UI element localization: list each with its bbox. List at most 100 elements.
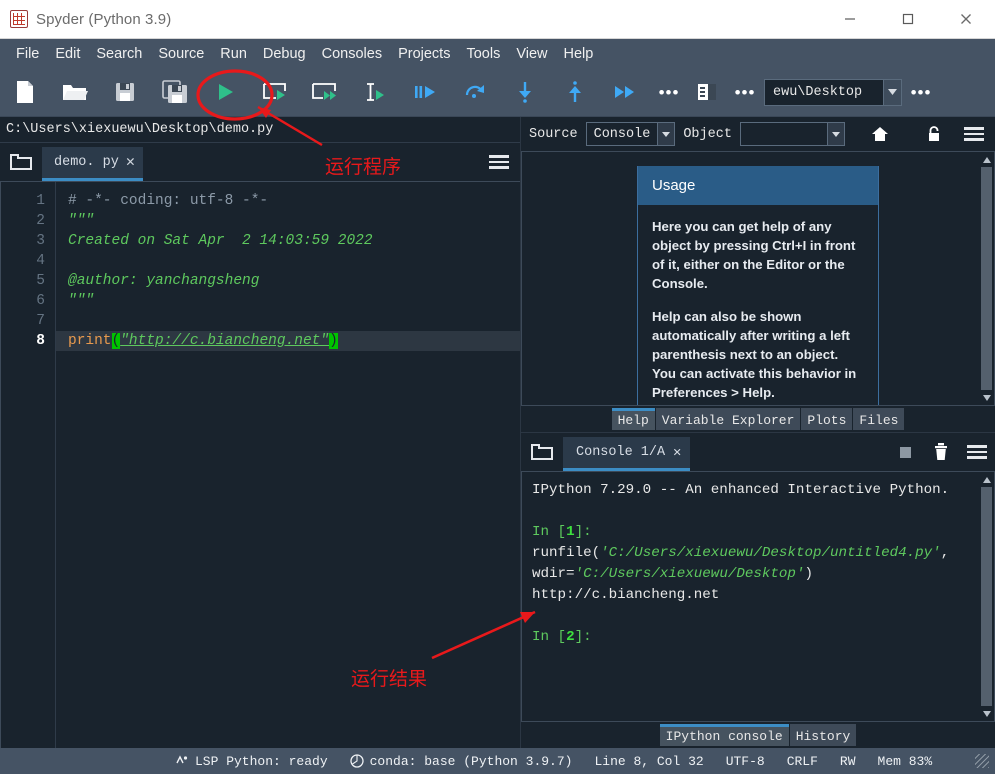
usage-paragraph-2: Help can also be shown automatically aft… <box>652 308 857 401</box>
chevron-down-icon[interactable] <box>884 78 902 106</box>
console-arg-1: 'C:/Users/xiexuewu/Desktop/untitled4.py' <box>600 545 941 561</box>
code-line-6: """ <box>68 293 95 309</box>
save-all-icon[interactable] <box>150 68 200 117</box>
menu-run[interactable]: Run <box>212 43 255 65</box>
resize-grip-icon[interactable] <box>975 754 989 768</box>
overflow-dots-3-icon[interactable]: ••• <box>902 68 940 117</box>
menu-edit[interactable]: Edit <box>47 43 88 65</box>
menu-debug[interactable]: Debug <box>255 43 314 65</box>
editor-file-path: C:\Users\xiexuewu\Desktop\demo.py <box>0 117 520 143</box>
prompt-2-pre: In [ <box>532 629 567 645</box>
line-number-current: 8 <box>36 333 45 349</box>
close-tab-icon[interactable]: ✕ <box>673 444 681 461</box>
usage-paragraph-1: Here you can get help of any object by p… <box>652 219 856 292</box>
maximize-icon[interactable] <box>879 0 937 38</box>
overflow-dots-2-icon[interactable]: ••• <box>726 68 764 117</box>
menu-bar: File Edit Search Source Run Debug Consol… <box>0 39 995 68</box>
help-options-hamburger-icon[interactable] <box>961 127 987 141</box>
menu-consoles[interactable]: Consoles <box>314 43 390 65</box>
close-tab-icon[interactable]: ✕ <box>126 155 135 170</box>
menu-tools[interactable]: Tools <box>458 43 508 65</box>
editor-options-hamburger-icon[interactable] <box>478 143 520 181</box>
code-editor[interactable]: 1 2 3 4 5 6 7 8 # -*- coding: utf-8 -*- … <box>0 181 520 748</box>
run-cell-icon[interactable] <box>250 68 300 117</box>
conda-env-icon <box>349 754 364 768</box>
window-controls <box>821 0 995 38</box>
status-conda: conda: base (Python 3.9.7) <box>349 754 572 769</box>
console-pane: Console 1/A ✕ IPython 7.29.0 -- An enhan… <box>521 432 995 748</box>
help-content: Usage Here you can get help of any objec… <box>521 151 995 406</box>
tab-variable-explorer[interactable]: Variable Explorer <box>655 408 801 430</box>
line-number: 1 <box>36 193 45 209</box>
tab-files[interactable]: Files <box>853 408 905 430</box>
run-selection-icon[interactable] <box>350 68 400 117</box>
status-encoding: UTF-8 <box>725 753 765 769</box>
console-tab-1a[interactable]: Console 1/A ✕ <box>563 437 691 471</box>
help-source-combo[interactable]: Console <box>585 122 676 146</box>
continue-icon[interactable] <box>600 68 650 117</box>
code-line-3: Created on Sat Apr 2 14:03:59 2022 <box>68 233 373 249</box>
status-eol: CRLF <box>786 753 818 769</box>
menu-help[interactable]: Help <box>556 43 602 65</box>
working-directory-combo[interactable]: ewu\Desktop <box>764 78 902 106</box>
help-object-combo[interactable] <box>739 122 845 146</box>
run-file-icon[interactable] <box>200 68 250 117</box>
code-line-5: @author: yanchangsheng <box>68 273 260 289</box>
lock-icon[interactable] <box>921 125 947 143</box>
usage-card-body: Here you can get help of any object by p… <box>638 205 878 405</box>
save-file-icon[interactable] <box>100 68 150 117</box>
trash-icon[interactable] <box>923 433 959 471</box>
scroll-up-arrow-icon[interactable] <box>982 153 991 166</box>
tab-help[interactable]: Help <box>611 408 655 430</box>
spyder-logo-icon <box>10 10 28 28</box>
menu-view[interactable]: View <box>508 43 555 65</box>
code-text-area[interactable]: # -*- coding: utf-8 -*- """ Created on S… <box>56 182 520 748</box>
scroll-down-arrow-icon[interactable] <box>982 391 991 404</box>
editor-tab-label: demo. py <box>54 155 119 170</box>
working-directory-value[interactable]: ewu\Desktop <box>764 78 884 106</box>
help-scroll-thumb[interactable] <box>981 167 992 390</box>
close-icon[interactable] <box>937 0 995 38</box>
tab-plots[interactable]: Plots <box>801 408 853 430</box>
scroll-down-arrow-icon[interactable] <box>982 707 991 720</box>
open-file-icon[interactable] <box>50 68 100 117</box>
editor-tab-demo-py[interactable]: demo. py ✕ <box>42 147 143 181</box>
console-options-hamburger-icon[interactable] <box>959 433 995 471</box>
panes-layout-icon[interactable] <box>688 68 726 117</box>
chevron-down-icon[interactable] <box>657 123 675 145</box>
status-lsp-label: LSP Python: ready <box>195 753 328 769</box>
step-over-icon[interactable] <box>450 68 500 117</box>
console-scrollbar[interactable] <box>980 473 993 720</box>
console-scroll-thumb[interactable] <box>981 487 992 706</box>
debug-file-icon[interactable] <box>400 68 450 117</box>
step-into-icon[interactable] <box>500 68 550 117</box>
step-return-icon[interactable] <box>550 68 600 117</box>
overflow-dots-icon[interactable]: ••• <box>650 68 688 117</box>
console-command-tail: ) <box>804 566 813 582</box>
browse-tabs-icon[interactable] <box>0 143 42 181</box>
line-number: 3 <box>36 233 45 249</box>
new-file-icon[interactable] <box>0 68 50 117</box>
run-cell-advance-icon[interactable] <box>300 68 350 117</box>
console-tab-bar: Console 1/A ✕ <box>521 433 995 471</box>
menu-file[interactable]: File <box>8 43 47 65</box>
menu-projects[interactable]: Projects <box>390 43 458 65</box>
home-icon[interactable] <box>867 126 893 142</box>
menu-search[interactable]: Search <box>88 43 150 65</box>
tab-ipython-console[interactable]: IPython console <box>659 724 789 746</box>
help-scrollbar[interactable] <box>980 153 993 404</box>
minimize-icon[interactable] <box>821 0 879 38</box>
chevron-down-icon[interactable] <box>826 123 844 145</box>
main-toolbar: ••• ••• ewu\Desktop ••• <box>0 68 995 117</box>
prompt-2-num: 2 <box>566 629 575 645</box>
console-text: IPython 7.29.0 -- An enhanced Interactiv… <box>532 480 994 648</box>
menu-source[interactable]: Source <box>150 43 212 65</box>
stop-icon[interactable] <box>887 433 923 471</box>
scroll-up-arrow-icon[interactable] <box>982 473 991 486</box>
lsp-status-icon <box>176 755 188 764</box>
hamburger-lines <box>967 445 987 459</box>
status-bar: LSP Python: ready conda: base (Python 3.… <box>0 748 995 774</box>
tab-history[interactable]: History <box>789 724 857 746</box>
console-browse-tabs-icon[interactable] <box>521 433 563 471</box>
console-output[interactable]: IPython 7.29.0 -- An enhanced Interactiv… <box>521 471 995 722</box>
